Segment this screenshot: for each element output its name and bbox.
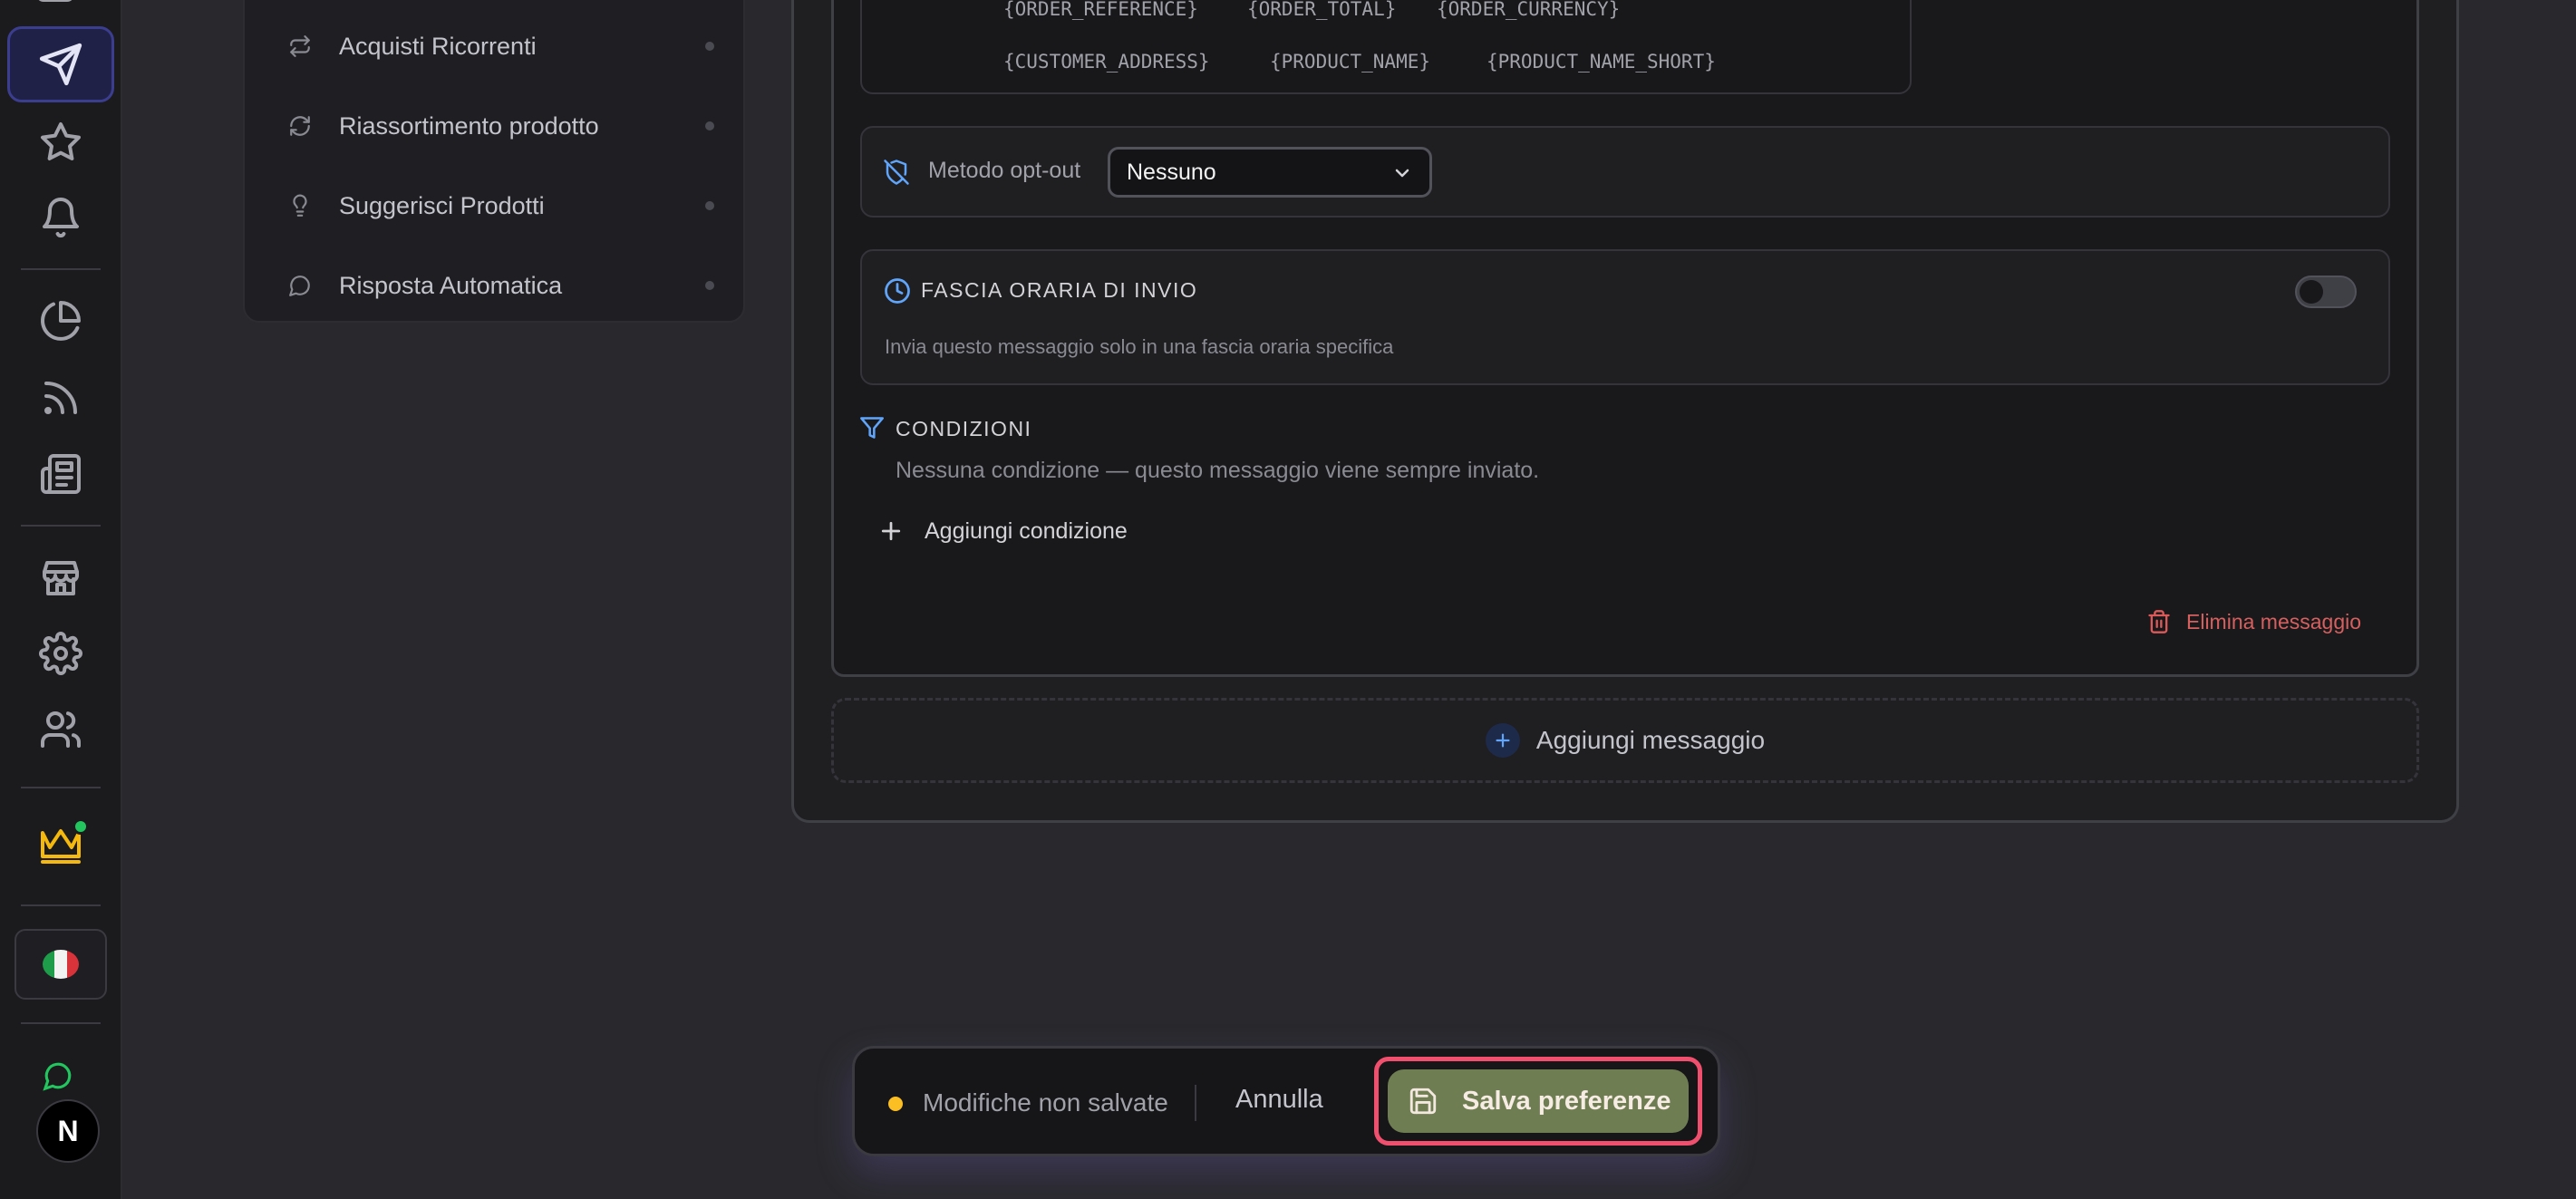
nav-notifications[interactable] — [36, 193, 85, 242]
nav-feed[interactable] — [36, 373, 85, 422]
rail-divider — [21, 787, 101, 788]
toggle-knob — [2300, 280, 2323, 304]
submenu-item-label: Risposta Automatica — [339, 271, 563, 299]
plus-icon — [877, 517, 905, 545]
shield-off-icon — [883, 159, 910, 186]
avatar[interactable]: N — [36, 1099, 100, 1163]
submenu-item-acquisti-ricorrenti[interactable]: Acquisti Ricorrenti — [288, 28, 714, 64]
conditions-title: CONDIZIONI — [896, 417, 1032, 440]
conditions-empty-text: Nessuna condizione — questo messaggio vi… — [896, 458, 1540, 483]
rail-divider — [21, 904, 101, 906]
lightbulb-icon — [288, 194, 312, 218]
support-chat-button[interactable] — [43, 1060, 75, 1093]
optout-section — [860, 126, 2390, 218]
pie-chart-icon — [39, 299, 82, 343]
save-preferences-label: Salva preferenze — [1462, 1086, 1671, 1116]
optout-selected-value: Nessuno — [1127, 159, 1216, 185]
newspaper-icon — [39, 452, 82, 496]
time-window-toggle[interactable] — [2295, 276, 2357, 308]
users-icon — [39, 708, 82, 751]
cancel-button[interactable]: Annulla — [1235, 1085, 1323, 1121]
time-window-title: FASCIA ORARIA DI INVIO — [921, 278, 1198, 302]
save-preferences-button[interactable]: Salva preferenze — [1388, 1069, 1689, 1133]
add-condition-label: Aggiungi condizione — [925, 517, 1128, 544]
trash-icon — [2146, 609, 2172, 634]
submenu-item-label: Acquisti Ricorrenti — [339, 32, 537, 60]
add-message-label: Aggiungi messaggio — [1535, 726, 1766, 754]
optout-select[interactable]: Nessuno — [1108, 147, 1432, 198]
time-window-section — [860, 249, 2390, 385]
nav-users[interactable] — [36, 705, 85, 754]
submenu-item-label: Riassortimento prodotto — [339, 111, 599, 140]
nav-store[interactable] — [36, 553, 85, 602]
nav-messages[interactable] — [7, 26, 114, 102]
nav-settings[interactable] — [36, 629, 85, 678]
submenu-item-suggerisci[interactable]: Suggerisci Prodotti — [288, 188, 714, 224]
settings-icon — [39, 632, 82, 675]
refresh-icon — [288, 114, 312, 138]
automation-submenu: Acquisti Ricorrenti Riassortimento prodo… — [243, 0, 745, 323]
store-icon — [39, 556, 82, 599]
status-dot — [705, 201, 714, 210]
delete-message-label: Elimina messaggio — [2186, 609, 2362, 633]
premium-status-dot — [73, 818, 89, 835]
star-icon — [39, 121, 82, 164]
add-message-button[interactable]: Aggiungi messaggio — [831, 698, 2419, 783]
plus-circle-icon — [1485, 723, 1520, 758]
variable-tag[interactable]: {CUSTOMER_ADDRESS} — [1003, 51, 1210, 73]
submenu-item-label: Suggerisci Prodotti — [339, 191, 545, 219]
rss-icon — [39, 376, 82, 420]
filter-icon — [859, 415, 885, 440]
clock-icon — [884, 277, 911, 305]
variable-tag[interactable]: {PRODUCT_NAME_SHORT} — [1487, 51, 1716, 73]
delete-message-button[interactable]: Elimina messaggio — [2146, 606, 2361, 637]
save-icon — [1408, 1086, 1438, 1117]
language-switcher[interactable] — [15, 929, 107, 1000]
send-icon — [38, 42, 83, 87]
optout-label: Metodo opt-out — [928, 158, 1081, 183]
message-circle-icon — [288, 274, 312, 297]
nav-analytics[interactable] — [36, 296, 85, 345]
submenu-item-riassortimento[interactable]: Riassortimento prodotto — [288, 108, 714, 144]
message-circle-icon — [43, 1060, 75, 1091]
nav-favorites[interactable] — [36, 118, 85, 167]
status-dot — [705, 281, 714, 290]
italy-flag-icon — [43, 950, 79, 979]
time-window-description: Invia questo messaggio solo in una fasci… — [885, 335, 1394, 358]
status-dot — [705, 42, 714, 51]
submenu-item-risposta-automatica[interactable]: Risposta Automatica — [288, 267, 714, 304]
chevron-down-icon — [1391, 162, 1413, 184]
nav-news[interactable] — [36, 450, 85, 498]
variable-tag[interactable]: {PRODUCT_NAME} — [1270, 51, 1430, 73]
add-condition-button[interactable]: Aggiungi condizione — [877, 513, 1128, 549]
variable-tag[interactable]: {ORDER_CURRENCY} — [1437, 0, 1620, 20]
unsaved-indicator-dot — [888, 1097, 903, 1111]
repeat-icon — [288, 34, 312, 58]
rail-divider — [21, 268, 101, 270]
rail-divider — [21, 1022, 101, 1024]
rail-divider — [21, 525, 101, 527]
variable-tag[interactable]: {ORDER_TOTAL} — [1247, 0, 1396, 20]
rail-top-icon-fragment[interactable] — [36, 0, 74, 2]
sidebar-rail: N — [0, 0, 122, 1199]
bar-divider — [1195, 1085, 1196, 1121]
bell-icon — [39, 196, 82, 239]
status-dot — [705, 121, 714, 131]
variable-tag[interactable]: {ORDER_REFERENCE} — [1003, 0, 1198, 20]
unsaved-status-text: Modifiche non salvate — [923, 1088, 1168, 1117]
